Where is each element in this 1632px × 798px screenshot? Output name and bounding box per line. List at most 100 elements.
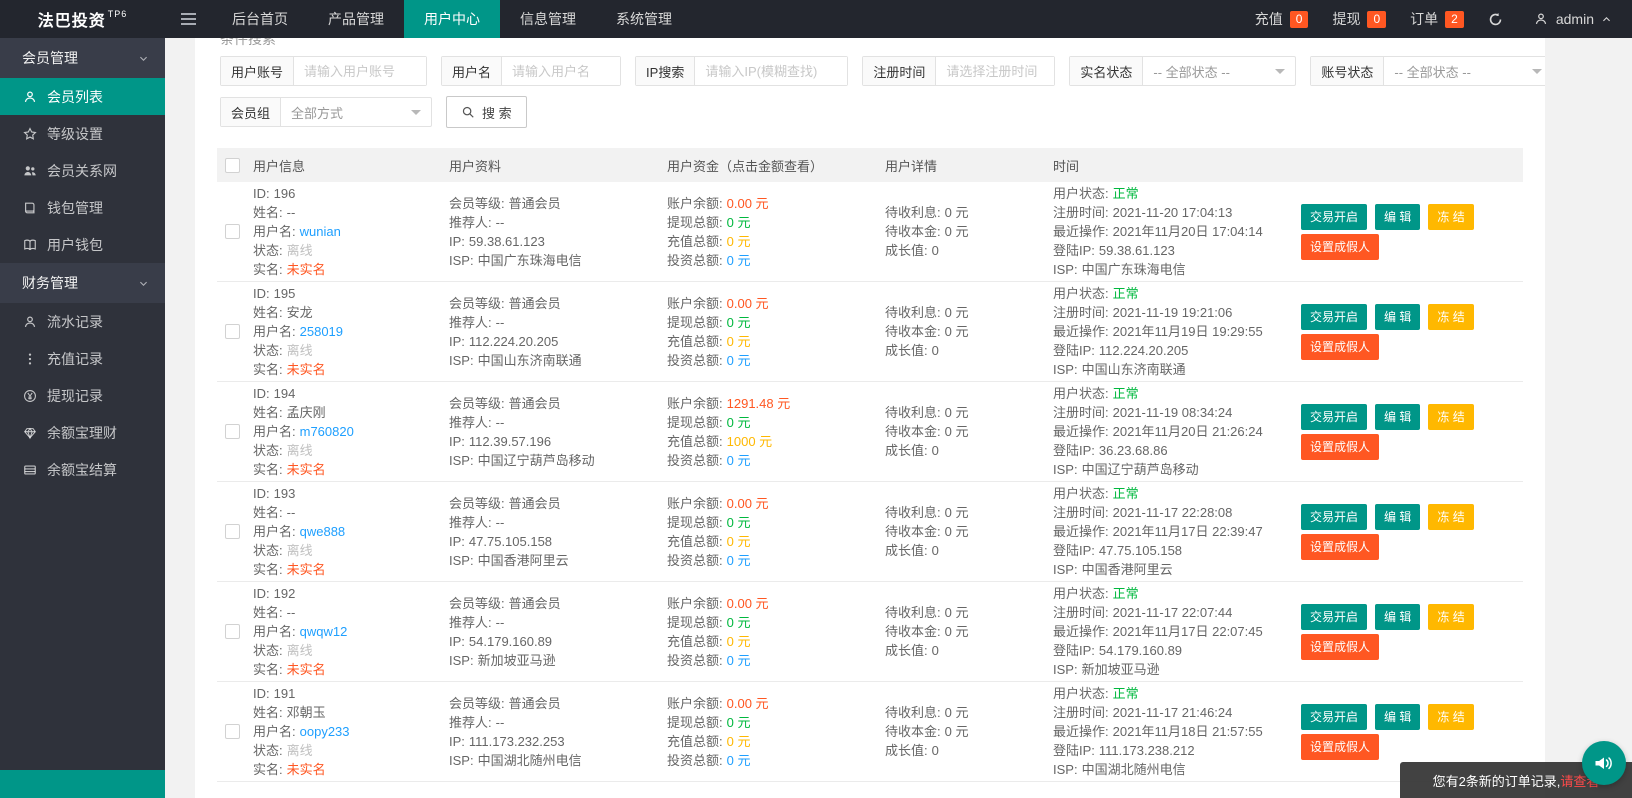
online-status: 离线	[286, 743, 313, 758]
user-account-input[interactable]	[294, 57, 427, 85]
freeze-button[interactable]: 冻 结	[1428, 603, 1474, 630]
register-time-input[interactable]	[936, 57, 1055, 85]
trade-toggle-button[interactable]: 交易开启	[1301, 603, 1368, 630]
invest-total-amount[interactable]: 0 元	[727, 553, 751, 568]
balance-amount[interactable]: 0.00 元	[727, 196, 769, 211]
withdraw-total-amount[interactable]: 0 元	[727, 515, 751, 530]
search-button[interactable]: 搜 索	[446, 96, 527, 128]
account-status-select[interactable]: -- 全部状态 --	[1384, 57, 1545, 85]
user-id: 196	[273, 186, 296, 201]
balance-amount[interactable]: 1291.48 元	[727, 396, 791, 411]
brand-logo[interactable]: 法巴投资 TP6	[0, 0, 165, 38]
nav-stat-2[interactable]: 提现 0	[1332, 9, 1387, 29]
nav-item-3[interactable]: 用户中心	[404, 0, 500, 38]
sidebar-item[interactable]: 钱包管理	[0, 189, 165, 226]
recharge-total-amount[interactable]: 0 元	[727, 234, 751, 249]
sidebar-item[interactable]: 用户钱包	[0, 226, 165, 263]
freeze-button[interactable]: 冻 结	[1428, 503, 1474, 530]
row-checkbox[interactable]	[225, 624, 240, 639]
edit-button[interactable]: 编 辑	[1375, 303, 1421, 330]
balance-amount[interactable]: 0.00 元	[727, 696, 769, 711]
edit-button[interactable]: 编 辑	[1375, 503, 1421, 530]
balance-amount[interactable]: 0.00 元	[727, 296, 769, 311]
invest-total-amount[interactable]: 0 元	[727, 253, 751, 268]
nav-stat-1[interactable]: 充值 0	[1255, 9, 1309, 29]
sidebar-item[interactable]: 余额宝理财	[0, 414, 165, 451]
nav-item-1[interactable]: 后台首页	[212, 0, 308, 38]
admin-menu[interactable]: admin	[1533, 11, 1612, 27]
filter-account-status: 账号状态 -- 全部状态 --	[1310, 56, 1545, 86]
edit-button[interactable]: 编 辑	[1375, 603, 1421, 630]
nav-item-4[interactable]: 信息管理	[500, 0, 596, 38]
nav-item-2[interactable]: 产品管理	[308, 0, 404, 38]
row-checkbox[interactable]	[225, 424, 240, 439]
withdraw-total-amount[interactable]: 0 元	[727, 615, 751, 630]
username-link[interactable]: wunian	[300, 224, 341, 239]
set-fake-user-button[interactable]: 设置成假人	[1301, 533, 1380, 560]
ip-search-input[interactable]	[695, 57, 848, 85]
freeze-button[interactable]: 冻 结	[1428, 703, 1474, 730]
invest-total-amount[interactable]: 0 元	[727, 353, 751, 368]
freeze-button[interactable]: 冻 结	[1428, 403, 1474, 430]
count-badge: 0	[1289, 10, 1309, 28]
invest-total-amount[interactable]: 0 元	[727, 453, 751, 468]
withdraw-total-amount[interactable]: 0 元	[727, 215, 751, 230]
growth-value: 0	[931, 443, 939, 458]
member-group-select[interactable]: 全部方式	[281, 98, 431, 126]
username-link[interactable]: oopy233	[300, 724, 350, 739]
recharge-total-amount[interactable]: 0 元	[727, 534, 751, 549]
set-fake-user-button[interactable]: 设置成假人	[1301, 633, 1380, 660]
freeze-button[interactable]: 冻 结	[1428, 303, 1474, 330]
refresh-icon[interactable]	[1488, 12, 1503, 27]
recharge-total-amount[interactable]: 0 元	[727, 734, 751, 749]
set-fake-user-button[interactable]: 设置成假人	[1301, 333, 1380, 360]
invest-total-amount[interactable]: 0 元	[727, 653, 751, 668]
recharge-total-amount[interactable]: 0 元	[727, 334, 751, 349]
withdraw-total-amount[interactable]: 0 元	[727, 715, 751, 730]
sidebar-item[interactable]: 余额宝结算	[0, 451, 165, 488]
sidebar-item[interactable]: 会员列表	[0, 78, 165, 115]
trade-toggle-button[interactable]: 交易开启	[1301, 203, 1368, 230]
trade-toggle-button[interactable]: 交易开启	[1301, 503, 1368, 530]
realname-status-select[interactable]: -- 全部状态 --	[1143, 57, 1295, 85]
set-fake-user-button[interactable]: 设置成假人	[1301, 233, 1380, 260]
sidebar-item[interactable]: 等级设置	[0, 115, 165, 152]
trade-toggle-button[interactable]: 交易开启	[1301, 303, 1368, 330]
recharge-total-amount[interactable]: 0 元	[727, 634, 751, 649]
row-checkbox[interactable]	[225, 524, 240, 539]
nav-item-5[interactable]: 系统管理	[596, 0, 692, 38]
row-checkbox[interactable]	[225, 324, 240, 339]
menu-toggle-icon[interactable]	[165, 0, 212, 38]
balance-amount[interactable]: 0.00 元	[727, 496, 769, 511]
sidebar-section-1[interactable]: 会员管理	[0, 38, 165, 78]
filter-realname-status: 实名状态 -- 全部状态 --	[1069, 56, 1297, 86]
username-link[interactable]: qwe888	[300, 524, 346, 539]
select-all-checkbox[interactable]	[225, 157, 240, 173]
invest-total-amount[interactable]: 0 元	[727, 753, 751, 768]
set-fake-user-button[interactable]: 设置成假人	[1301, 733, 1380, 760]
recharge-total-amount[interactable]: 1000 元	[727, 434, 773, 449]
balance-amount[interactable]: 0.00 元	[727, 596, 769, 611]
row-checkbox[interactable]	[225, 224, 240, 239]
sidebar-item[interactable]: 会员关系网	[0, 152, 165, 189]
sidebar-item[interactable]: 流水记录	[0, 303, 165, 340]
username-input[interactable]	[502, 57, 621, 85]
sidebar-section-2[interactable]: 财务管理	[0, 263, 165, 303]
row-checkbox[interactable]	[225, 724, 240, 739]
sidebar-item[interactable]: 充值记录	[0, 340, 165, 377]
withdraw-total-amount[interactable]: 0 元	[727, 415, 751, 430]
withdraw-total-amount[interactable]: 0 元	[727, 315, 751, 330]
username-link[interactable]: m760820	[300, 424, 354, 439]
edit-button[interactable]: 编 辑	[1375, 403, 1421, 430]
username-link[interactable]: 258019	[300, 324, 343, 339]
notification-button[interactable]	[1582, 741, 1626, 785]
edit-button[interactable]: 编 辑	[1375, 703, 1421, 730]
sidebar-item[interactable]: 提现记录	[0, 377, 165, 414]
nav-stat-3[interactable]: 订单 2	[1410, 9, 1464, 29]
trade-toggle-button[interactable]: 交易开启	[1301, 403, 1368, 430]
username-link[interactable]: qwqw12	[300, 624, 348, 639]
freeze-button[interactable]: 冻 结	[1428, 203, 1474, 230]
trade-toggle-button[interactable]: 交易开启	[1301, 703, 1368, 730]
set-fake-user-button[interactable]: 设置成假人	[1301, 433, 1380, 460]
edit-button[interactable]: 编 辑	[1375, 203, 1421, 230]
